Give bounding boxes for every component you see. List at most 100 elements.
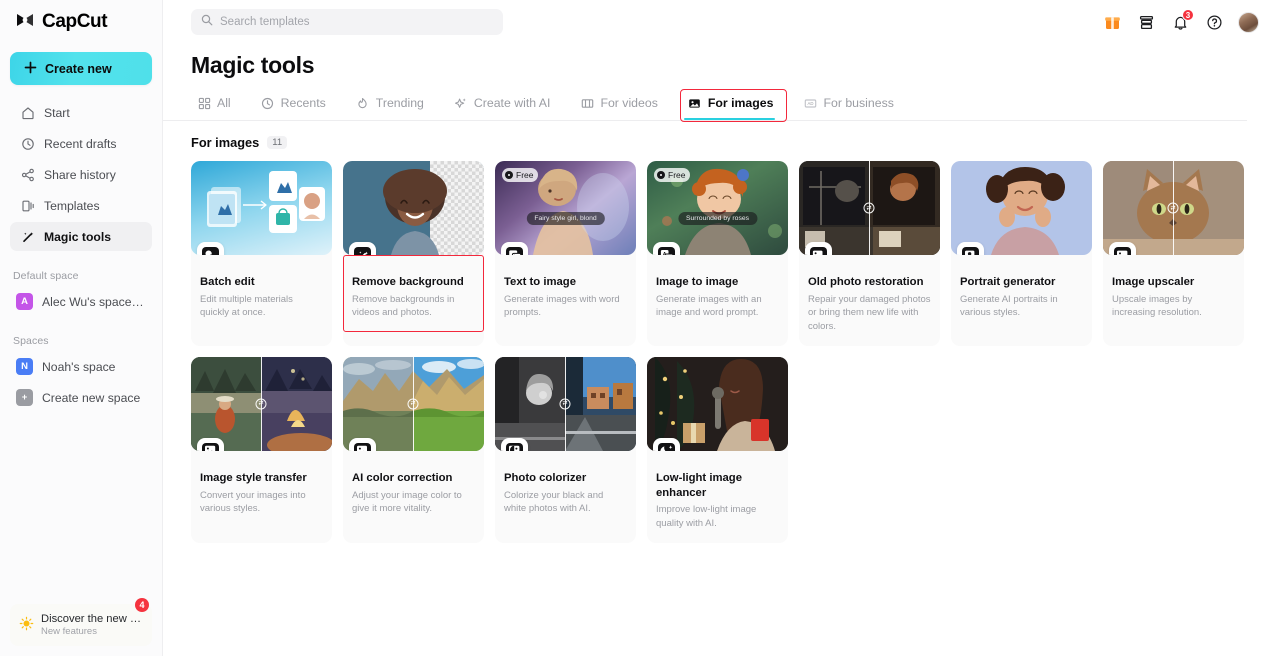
card-description: Remove backgrounds in videos and photos. — [352, 293, 455, 319]
tool-card-image-style-transfer[interactable]: Image style transfer Convert your images… — [191, 356, 332, 543]
sidebar-item-templates[interactable]: Templates — [10, 191, 152, 220]
card-title: Image style transfer — [200, 471, 307, 484]
card-thumbnail — [343, 161, 484, 255]
card-title: Low-light image enhancer — [656, 471, 742, 499]
tool-card-old-photo-restoration[interactable]: Old photo restoration Repair your damage… — [799, 161, 940, 346]
bell-icon[interactable]: 3 — [1170, 9, 1194, 32]
card-body: Photo colorizer Colorize your black and … — [495, 451, 636, 528]
card-title: Remove background — [352, 276, 464, 288]
card-thumbnail: Free Surrounded by roses A — [647, 161, 788, 255]
tab-recents[interactable]: Recents — [255, 91, 338, 120]
tab-for-videos[interactable]: For videos — [574, 91, 669, 120]
promo-text: Discover the new M... New features — [41, 613, 143, 637]
tool-card-image-to-image[interactable]: Free Surrounded by roses A Image to imag… — [647, 161, 788, 346]
video-icon — [580, 96, 594, 110]
free-badge: Free — [654, 168, 691, 182]
card-title: Portrait generator — [960, 276, 1056, 288]
help-circle-icon[interactable] — [1204, 12, 1224, 32]
tool-card-grid: Batch edit Edit multiple materials quick… — [163, 150, 1275, 543]
create-new-button[interactable]: Create new — [10, 52, 152, 85]
magic-wand-icon — [354, 247, 371, 255]
card-body: Portrait generator Generate AI portraits… — [951, 255, 1092, 332]
tool-card-low-light-image-enhancer[interactable]: Low-light image enhancer Improve low-lig… — [647, 356, 788, 543]
tool-icon-badge — [349, 242, 376, 255]
archive-icon[interactable] — [1136, 12, 1156, 32]
before-after-handle[interactable] — [1167, 202, 1179, 214]
tool-card-photo-colorizer[interactable]: Photo colorizer Colorize your black and … — [495, 356, 636, 543]
tool-card-portrait-generator[interactable]: Portrait generator Generate AI portraits… — [951, 161, 1092, 346]
tool-card-ai-color-correction[interactable]: AI color correction Adjust your image co… — [343, 356, 484, 543]
tool-card-batch-edit[interactable]: Batch edit Edit multiple materials quick… — [191, 161, 332, 346]
sidebar-item-label: Start — [44, 105, 70, 120]
tool-icon-badge — [197, 242, 224, 255]
card-title: Image to image — [656, 276, 739, 288]
avatar[interactable] — [1238, 11, 1259, 33]
sidebar: CapCut Create new Start Recent drafts Sh — [0, 0, 163, 656]
before-after-handle[interactable] — [407, 398, 419, 410]
card-body: Image style transfer Convert your images… — [191, 451, 332, 528]
card-description: Edit multiple materials quickly at once. — [200, 293, 293, 319]
tab-label: For images — [707, 96, 774, 110]
tool-icon-badge — [957, 242, 984, 255]
free-badge: Free — [502, 168, 539, 182]
app-logo[interactable]: CapCut — [0, 0, 162, 44]
plus-icon — [24, 61, 37, 77]
clock-icon — [261, 96, 275, 110]
prompt-caption: Surrounded by roses — [677, 212, 758, 225]
before-after-handle[interactable] — [559, 398, 571, 410]
tool-icon-badge — [501, 437, 528, 451]
promo-title: Discover the new M... — [41, 613, 143, 625]
page-title: Magic tools — [191, 52, 315, 78]
clock-icon — [20, 136, 35, 151]
before-after-handle[interactable] — [863, 202, 875, 214]
tab-for-images[interactable]: For images — [679, 89, 788, 122]
card-thumbnail — [495, 356, 636, 451]
templates-icon — [20, 198, 35, 213]
sidebar-item-magic-tools[interactable]: Magic tools — [10, 222, 152, 251]
tool-icon-badge: A — [653, 242, 680, 255]
tab-for-business[interactable]: AD For business — [797, 91, 905, 120]
card-thumbnail — [647, 356, 788, 451]
sidebar-item-share-history[interactable]: Share history — [10, 160, 152, 189]
sidebar-item-start[interactable]: Start — [10, 98, 152, 127]
card-body: Old photo restoration Repair your damage… — [799, 255, 940, 346]
space-avatar: N — [16, 358, 33, 375]
tab-all[interactable]: All — [191, 91, 243, 120]
tab-trending[interactable]: Trending — [350, 91, 436, 120]
tool-card-image-upscaler[interactable]: 4K Image upscaler Upscale images by incr… — [1103, 161, 1244, 346]
free-label: Free — [668, 170, 686, 180]
tool-card-text-to-image[interactable]: Free Fairy style girl, blond Text to ima… — [495, 161, 636, 346]
space-item-noah[interactable]: N Noah's space — [10, 352, 152, 381]
tab-create-with-ai[interactable]: Create with AI — [448, 91, 563, 120]
sidebar-item-label: Magic tools — [44, 229, 112, 244]
card-description: Convert your images into various styles. — [200, 489, 306, 515]
create-new-space-button[interactable]: + Create new space — [10, 383, 152, 412]
gift-icon[interactable] — [1102, 12, 1122, 32]
card-description: Adjust your image color to give it more … — [352, 489, 462, 515]
before-after-handle[interactable] — [255, 398, 267, 410]
card-thumbnail — [799, 161, 940, 255]
tool-card-remove-background[interactable]: Remove background Remove backgrounds in … — [343, 161, 484, 346]
sparkle-icon — [454, 96, 468, 110]
image-to-image-icon: A — [658, 247, 675, 255]
top-bar: Search templates 3 — [163, 0, 1275, 44]
promo-banner[interactable]: Discover the new M... New features 4 — [10, 598, 152, 646]
share-icon — [20, 167, 35, 182]
search-input[interactable]: Search templates — [191, 9, 503, 35]
sidebar-item-label: Templates — [44, 198, 100, 213]
tool-icon-badge: 4K — [1109, 242, 1136, 255]
card-title: Batch edit — [200, 276, 255, 288]
plus-icon: + — [16, 389, 33, 406]
sidebar-item-recent-drafts[interactable]: Recent drafts — [10, 129, 152, 158]
card-title: Text to image — [504, 276, 576, 288]
tab-label: For videos — [600, 96, 658, 110]
sun-icon — [19, 616, 34, 634]
space-name: Noah's space — [42, 359, 116, 374]
image-icon — [688, 96, 702, 110]
default-space-section-label: Default space — [13, 270, 79, 282]
space-name: Alec Wu's space –... — [42, 294, 146, 309]
card-description: Colorize your black and white photos wit… — [504, 489, 604, 515]
business-icon: AD — [803, 96, 817, 110]
space-item-default[interactable]: A Alec Wu's space –... — [10, 287, 152, 316]
tab-label: All — [217, 96, 231, 110]
